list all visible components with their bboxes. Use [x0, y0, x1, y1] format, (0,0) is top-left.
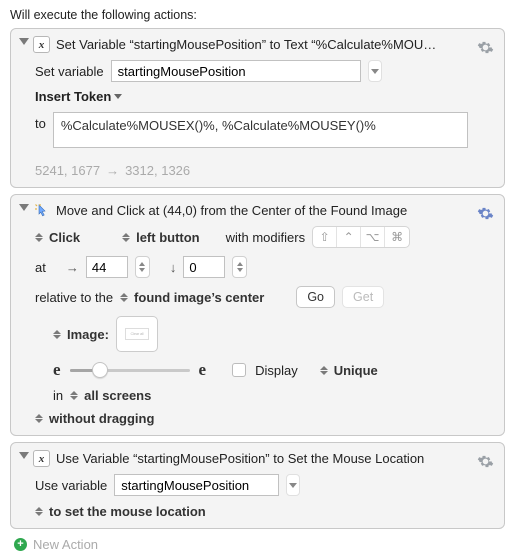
modifier-control[interactable]: ⌃	[337, 227, 361, 247]
action-title: Set Variable “startingMousePosition” to …	[56, 37, 472, 52]
mouse-button-popup[interactable]: left button	[122, 230, 200, 245]
value-preview: 5241, 1677 → 3312, 1326	[35, 163, 472, 178]
chevron-down-icon	[114, 94, 122, 99]
y-offset-input[interactable]	[183, 256, 225, 278]
set-mouse-location-popup[interactable]: to set the mouse location	[35, 504, 206, 519]
cursor-click-icon	[33, 202, 50, 219]
chevron-down-icon	[371, 69, 379, 74]
fuzziness-slider[interactable]	[70, 361, 190, 379]
dragging-popup[interactable]: without dragging	[35, 411, 154, 426]
action-card-use-variable: x Use Variable “startingMousePosition” t…	[10, 442, 505, 529]
action-title: Use Variable “startingMousePosition” to …	[56, 451, 472, 466]
to-value-textarea[interactable]: %Calculate%MOUSEX()%, %Calculate%MOUSEY(…	[53, 112, 468, 148]
in-label: in	[53, 388, 63, 403]
modifier-shift[interactable]: ⇧	[313, 227, 337, 247]
arrow-right-icon: →	[66, 260, 79, 275]
x-stepper[interactable]	[135, 256, 150, 278]
image-well[interactable]: Clear all	[116, 316, 158, 352]
action-card-set-variable: x Set Variable “startingMousePosition” t…	[10, 28, 505, 188]
screens-popup[interactable]: all screens	[70, 388, 151, 403]
insert-token-button[interactable]: Insert Token	[35, 89, 122, 104]
get-button[interactable]: Get	[342, 286, 384, 308]
to-label: to	[35, 112, 46, 131]
arrow-right-icon: →	[106, 163, 119, 178]
variable-picker-popup[interactable]	[286, 474, 300, 496]
disclosure-toggle[interactable]	[19, 202, 29, 426]
variable-picker-popup[interactable]	[368, 60, 382, 82]
display-checkbox[interactable]	[232, 363, 246, 377]
go-button[interactable]: Go	[296, 286, 335, 308]
y-stepper[interactable]	[232, 256, 247, 278]
disclosure-toggle[interactable]	[19, 450, 29, 519]
fuzz-max-icon: e	[199, 360, 207, 380]
new-action-button[interactable]: + New Action	[14, 537, 505, 552]
modifier-segment: ⇧ ⌃ ⌥ ⌘	[312, 226, 410, 248]
unique-popup[interactable]: Unique	[320, 363, 378, 378]
action-card-move-click: Move and Click at (44,0) from the Center…	[10, 194, 505, 436]
click-type-popup[interactable]: Click	[35, 230, 80, 245]
relative-to-label: relative to the	[35, 290, 113, 305]
modifier-option[interactable]: ⌥	[361, 227, 385, 247]
gear-icon[interactable]	[476, 38, 494, 56]
chevron-down-icon	[289, 483, 297, 488]
x-offset-input[interactable]	[86, 256, 128, 278]
at-label: at	[35, 260, 46, 275]
heading: Will execute the following actions:	[10, 8, 505, 22]
use-variable-label: Use variable	[35, 478, 107, 493]
disclosure-toggle[interactable]	[19, 36, 29, 178]
variable-name-input[interactable]	[111, 60, 361, 82]
action-title: Move and Click at (44,0) from the Center…	[56, 203, 472, 218]
display-label: Display	[255, 363, 298, 378]
action-list: x Set Variable “startingMousePosition” t…	[10, 28, 505, 529]
image-source-popup[interactable]: Image:	[53, 327, 109, 342]
gear-icon[interactable]	[476, 452, 494, 470]
variable-icon: x	[33, 36, 50, 53]
variable-icon: x	[33, 450, 50, 467]
plus-icon: +	[14, 538, 27, 551]
relative-to-popup[interactable]: found image’s center	[120, 290, 264, 305]
arrow-down-icon: ↓	[170, 260, 177, 275]
with-modifiers-label: with modifiers	[226, 230, 305, 245]
set-variable-label: Set variable	[35, 64, 104, 79]
variable-name-input[interactable]	[114, 474, 279, 496]
modifier-command[interactable]: ⌘	[385, 227, 409, 247]
gear-icon[interactable]	[476, 204, 494, 222]
fuzz-min-icon: e	[53, 360, 61, 380]
